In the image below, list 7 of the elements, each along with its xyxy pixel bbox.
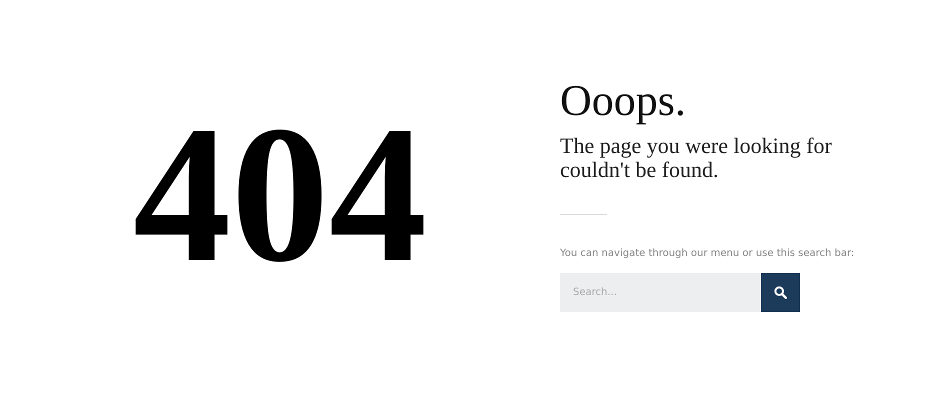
search-button[interactable] [761,273,800,312]
hint-text: You can navigate through our menu or use this search bar: [560,248,856,259]
search-field[interactable]: Search... [560,273,761,312]
search-icon [774,286,787,299]
heading: Ooops. [560,76,687,126]
message-text: The page you were looking for couldn't be found. [560,134,833,182]
error-code: 404 [133,97,427,293]
